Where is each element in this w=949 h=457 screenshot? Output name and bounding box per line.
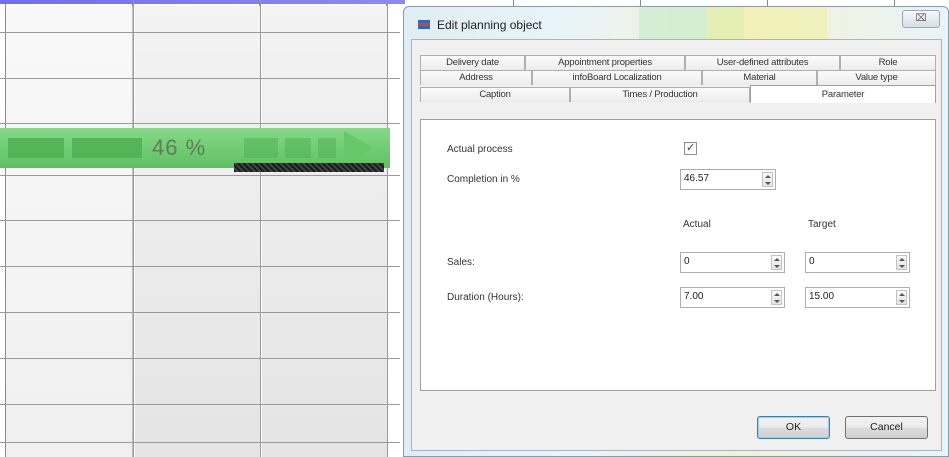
grid-vline bbox=[133, 0, 134, 457]
grid-hline bbox=[0, 312, 400, 313]
spin-down-icon[interactable] bbox=[774, 300, 780, 303]
tab-value-type[interactable]: Value type bbox=[817, 70, 936, 85]
sales-actual-spin-buttons[interactable] bbox=[771, 255, 782, 270]
duration-actual-spinbox[interactable]: 7.00 bbox=[680, 287, 785, 308]
dialog-title: Edit planning object bbox=[437, 18, 542, 32]
app-icon bbox=[418, 20, 430, 29]
tab-parameter[interactable]: Parameter bbox=[750, 85, 936, 103]
grid-hline bbox=[0, 123, 400, 124]
spin-up-icon[interactable] bbox=[765, 175, 771, 178]
ok-button[interactable]: OK bbox=[757, 416, 830, 439]
sales-target-value: 0 bbox=[809, 256, 815, 267]
tab-address[interactable]: Address bbox=[420, 70, 532, 85]
sales-actual-spinbox[interactable]: 0 bbox=[680, 252, 785, 273]
grid-column-shade bbox=[135, 6, 260, 457]
grid-vline bbox=[260, 0, 261, 457]
target-column-header: Target bbox=[808, 219, 836, 230]
grid-hline bbox=[0, 442, 400, 443]
grid-vline bbox=[387, 0, 388, 457]
duration-target-value: 15.00 bbox=[809, 291, 835, 302]
bar-segment bbox=[72, 138, 142, 158]
spin-down-icon[interactable] bbox=[774, 265, 780, 268]
tab-caption[interactable]: Caption bbox=[420, 87, 570, 102]
bar-hatch-indicator bbox=[234, 163, 384, 172]
completion-spinbox[interactable]: 46.57 bbox=[680, 169, 776, 190]
duration-actual-value: 7.00 bbox=[684, 291, 704, 302]
tab-row-2: Address infoBoard Localization Material … bbox=[420, 70, 936, 85]
bar-segment bbox=[244, 138, 278, 158]
tab-delivery-date[interactable]: Delivery date bbox=[420, 55, 525, 70]
sales-target-spin-buttons[interactable] bbox=[896, 255, 907, 270]
spin-down-icon[interactable] bbox=[899, 265, 905, 268]
duration-label: Duration (Hours): bbox=[447, 292, 524, 303]
dialog-client-area: Delivery date Appointment properties Use… bbox=[411, 39, 942, 451]
spin-up-icon[interactable] bbox=[899, 293, 905, 296]
grid-hline bbox=[0, 32, 400, 33]
spin-down-icon[interactable] bbox=[765, 182, 771, 185]
tab-times-production[interactable]: Times / Production bbox=[570, 87, 750, 102]
duration-target-spinbox[interactable]: 15.00 bbox=[805, 287, 910, 308]
tab-row-1: Delivery date Appointment properties Use… bbox=[420, 55, 936, 70]
grid-hline bbox=[0, 358, 400, 359]
grid-hline bbox=[0, 266, 400, 267]
duration-actual-spin-buttons[interactable] bbox=[771, 290, 782, 305]
bar-segment bbox=[318, 138, 336, 158]
tab-appointment-properties[interactable]: Appointment properties bbox=[525, 55, 685, 70]
actual-process-checkbox[interactable]: ✓ bbox=[684, 142, 697, 155]
spin-up-icon[interactable] bbox=[899, 258, 905, 261]
close-button[interactable]: ⌧ bbox=[902, 10, 940, 28]
bar-segment bbox=[285, 138, 311, 158]
grid-hline bbox=[0, 220, 400, 221]
edit-planning-object-dialog: Edit planning object ⌧ Delivery date App… bbox=[403, 6, 949, 457]
grid-hline bbox=[0, 78, 400, 79]
sales-actual-value: 0 bbox=[684, 256, 690, 267]
cancel-button[interactable]: Cancel bbox=[845, 416, 928, 439]
dialog-titlebar[interactable]: Edit planning object ⌧ bbox=[404, 7, 948, 39]
tab-row-3: Caption Times / Production Parameter bbox=[420, 85, 936, 106]
spin-up-icon[interactable] bbox=[774, 293, 780, 296]
checkmark-icon: ✓ bbox=[686, 142, 696, 154]
tab-material[interactable]: Material bbox=[702, 70, 817, 85]
sales-target-spinbox[interactable]: 0 bbox=[805, 252, 910, 273]
sales-label: Sales: bbox=[447, 257, 475, 268]
tab-infoboard-localization[interactable]: infoBoard Localization bbox=[532, 70, 702, 85]
bar-arrow-icon bbox=[344, 131, 374, 165]
spin-down-icon[interactable] bbox=[899, 300, 905, 303]
progress-label: 46 % bbox=[152, 135, 207, 160]
actual-process-label: Actual process bbox=[447, 144, 513, 155]
close-icon: ⌧ bbox=[915, 13, 927, 24]
parameter-panel: Actual process ✓ Completion in % 46.57 A… bbox=[420, 119, 936, 391]
grid-hline bbox=[0, 175, 400, 176]
duration-target-spin-buttons[interactable] bbox=[896, 290, 907, 305]
grid-column-shade bbox=[6, 6, 133, 457]
board-top-accent bbox=[0, 0, 405, 4]
actual-column-header: Actual bbox=[683, 219, 711, 230]
grid-column-shade bbox=[262, 6, 387, 457]
tab-user-defined-attributes[interactable]: User-defined attributes bbox=[685, 55, 840, 70]
completion-spin-buttons[interactable] bbox=[762, 172, 773, 187]
tab-role[interactable]: Role bbox=[840, 55, 936, 70]
completion-value: 46.57 bbox=[684, 173, 710, 184]
bar-segment bbox=[8, 138, 64, 158]
completion-label: Completion in % bbox=[447, 174, 520, 185]
spin-up-icon[interactable] bbox=[774, 258, 780, 261]
grid-hline bbox=[0, 404, 400, 405]
